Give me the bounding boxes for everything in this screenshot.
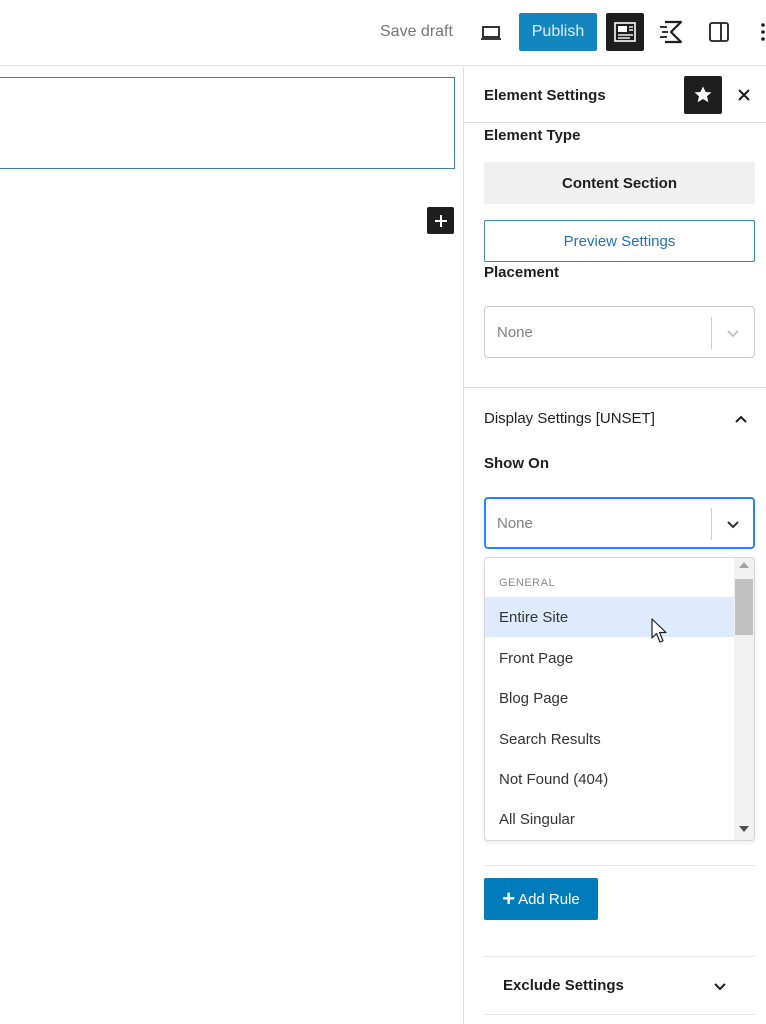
menu-option-search-results[interactable]: Search Results — [485, 719, 735, 759]
placement-value: None — [497, 324, 533, 341]
element-type-label: Element Type — [484, 127, 581, 144]
chevron-down-icon[interactable] — [721, 512, 745, 536]
performance-button[interactable] — [654, 14, 690, 50]
editor-canvas — [0, 67, 463, 1024]
menu-option-all-singular[interactable]: All Singular — [485, 799, 735, 839]
settings-sidebar: Element Settings Element Type Content Se… — [463, 67, 766, 1024]
sidebar-header: Element Settings — [464, 67, 766, 123]
exclude-divider — [484, 956, 755, 957]
select-separator — [711, 317, 712, 349]
sidebar-title: Element Settings — [484, 87, 606, 104]
chevron-up-icon[interactable] — [729, 407, 753, 431]
add-rule-button[interactable]: + Add Rule — [484, 878, 598, 920]
settings-icon — [614, 22, 636, 42]
panel-divider — [464, 387, 766, 388]
save-draft-button[interactable]: Save draft — [380, 23, 453, 41]
editor-toolbar: Save draft Publish — [0, 0, 766, 66]
menu-option-blog-page[interactable]: Blog Page — [485, 678, 735, 718]
show-on-value: None — [497, 515, 533, 532]
element-type-button[interactable]: Content Section — [484, 162, 755, 204]
mouse-pointer-icon — [651, 618, 667, 643]
scroll-down-arrow-icon[interactable] — [739, 826, 749, 832]
dropdown-scrollbar[interactable] — [734, 558, 754, 840]
menu-group-heading: GENERAL — [499, 577, 556, 589]
select-separator — [711, 508, 712, 540]
more-options-icon — [761, 23, 765, 41]
chevron-down-icon[interactable] — [708, 974, 732, 998]
selected-block[interactable] — [0, 77, 455, 169]
desktop-preview-icon — [481, 26, 501, 40]
sidebar-toggle-button[interactable] — [702, 14, 736, 50]
publish-label: Publish — [531, 23, 585, 40]
show-on-label: Show On — [484, 455, 549, 472]
add-rule-label: Add Rule — [518, 890, 580, 908]
display-settings-heading[interactable]: Display Settings [UNSET] — [484, 410, 655, 427]
scroll-up-arrow-icon[interactable] — [739, 562, 749, 568]
more-options-button[interactable] — [756, 14, 766, 50]
show-on-dropdown-menu: GENERAL Entire Site Front Page Blog Page… — [484, 557, 755, 841]
exclude-divider-bottom — [484, 1014, 755, 1015]
menu-option-not-found[interactable]: Not Found (404) — [485, 759, 735, 799]
placement-select[interactable]: None — [484, 306, 755, 358]
star-icon — [694, 86, 712, 103]
close-sidebar-button[interactable] — [732, 82, 756, 108]
block-inserter-button[interactable] — [427, 207, 454, 234]
favorite-button[interactable] — [684, 76, 722, 114]
plus-icon — [434, 214, 447, 227]
preview-settings-button[interactable]: Preview Settings — [484, 220, 755, 262]
plus-icon: + — [502, 886, 516, 911]
settings-button[interactable] — [606, 13, 644, 51]
rule-divider — [484, 865, 755, 866]
chevron-down-icon[interactable] — [721, 321, 745, 345]
preview-button[interactable] — [474, 16, 508, 50]
publish-button[interactable]: Publish — [519, 13, 597, 51]
menu-option-front-page[interactable]: Front Page — [485, 638, 735, 678]
placement-label: Placement — [484, 264, 560, 281]
sidebar-toggle-icon — [709, 22, 729, 42]
close-icon — [738, 89, 750, 101]
scrollbar-thumb[interactable] — [735, 579, 753, 635]
show-on-select[interactable]: None — [484, 497, 755, 549]
exclude-settings-heading[interactable]: Exclude Settings — [503, 977, 624, 994]
performance-icon — [660, 20, 683, 44]
menu-option-entire-site[interactable]: Entire Site — [485, 597, 735, 637]
